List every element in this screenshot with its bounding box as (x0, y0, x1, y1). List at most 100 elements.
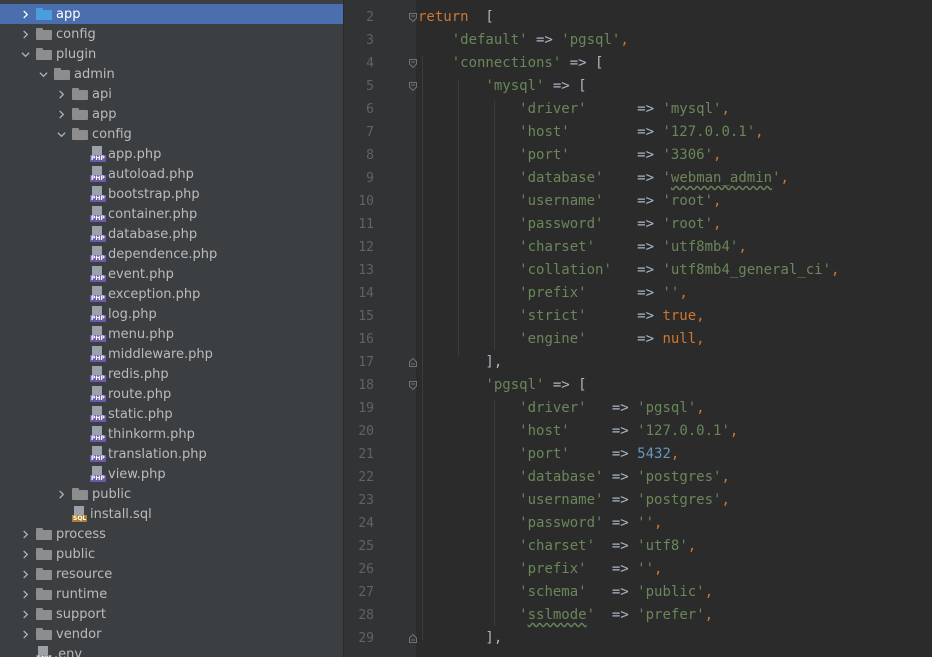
code-line[interactable]: 'username' => 'postgres', (418, 489, 730, 512)
tree-item-app[interactable]: app (0, 104, 343, 124)
code-token-string: 'postgres' (637, 469, 722, 485)
chevron-right-icon[interactable] (20, 604, 30, 624)
tree-item-public[interactable]: public (0, 544, 343, 564)
tree-item-menu-php[interactable]: PHP menu.php (0, 324, 343, 344)
tree-item-view-php[interactable]: PHP view.php (0, 464, 343, 484)
chevron-down-icon[interactable] (56, 124, 66, 144)
code-line[interactable]: 'prefix' => '', (418, 558, 662, 581)
code-line[interactable]: 'database' => 'postgres', (418, 466, 730, 489)
php-file-icon: PHP (90, 326, 106, 342)
code-token-plain: => (603, 492, 638, 508)
tree-item-install-sql[interactable]: SQL install.sql (0, 504, 343, 524)
code-line[interactable]: 'charset' => 'utf8mb4', (418, 236, 747, 259)
fold-open-icon[interactable] (409, 381, 417, 390)
chevron-down-icon[interactable] (38, 64, 48, 84)
tree-item-admin[interactable]: admin (0, 64, 343, 84)
fold-open-icon[interactable] (409, 82, 417, 91)
tree-item-bootstrap-php[interactable]: PHP bootstrap.php (0, 184, 343, 204)
tree-item-thinkorm-php[interactable]: PHP thinkorm.php (0, 424, 343, 444)
code-line[interactable]: 'connections' => [ (418, 52, 604, 75)
tree-item-app[interactable]: app (0, 4, 343, 24)
code-line[interactable]: 'host' => '127.0.0.1', (418, 121, 763, 144)
chevron-right-icon[interactable] (20, 624, 30, 644)
code-line[interactable]: 'database' => 'webman_admin', (418, 167, 789, 190)
chevron-right-icon[interactable] (20, 24, 30, 44)
code-line[interactable]: 'schema' => 'public', (418, 581, 713, 604)
chevron-right-icon[interactable] (56, 104, 66, 124)
chevron-right-icon[interactable] (20, 544, 30, 564)
tree-item-label: static.php (108, 406, 173, 422)
fold-close-icon[interactable] (409, 634, 417, 643)
tree-item-log-php[interactable]: PHP log.php (0, 304, 343, 324)
folder-icon (36, 8, 52, 20)
tree-item-runtime[interactable]: runtime (0, 584, 343, 604)
code-line[interactable]: 'driver' => 'mysql', (418, 98, 730, 121)
php-file-icon: PHP (90, 366, 106, 382)
tree-item-exception-php[interactable]: PHP exception.php (0, 284, 343, 304)
arrow-spacer (74, 444, 84, 464)
code-line[interactable]: 'collation' => 'utf8mb4_general_ci', (418, 259, 839, 282)
tree-item-translation-php[interactable]: PHP translation.php (0, 444, 343, 464)
code-line[interactable]: 'default' => 'pgsql', (418, 29, 629, 52)
code-line[interactable]: 'sslmode' => 'prefer', (418, 604, 713, 627)
tree-item-config[interactable]: config (0, 124, 343, 144)
tree-item-container-php[interactable]: PHP container.php (0, 204, 343, 224)
chevron-down-icon[interactable] (20, 44, 30, 64)
chevron-right-icon[interactable] (20, 564, 30, 584)
fold-close-icon[interactable] (409, 358, 417, 367)
chevron-right-icon[interactable] (20, 4, 30, 24)
tree-item-dependence-php[interactable]: PHP dependence.php (0, 244, 343, 264)
line-number: 21 (358, 447, 374, 462)
code-line[interactable]: 'password' => 'root', (418, 213, 721, 236)
code-line[interactable]: 'port' => '3306', (418, 144, 721, 167)
tree-item-config[interactable]: config (0, 24, 343, 44)
code-line[interactable]: 'pgsql' => [ (418, 374, 586, 397)
tree-item-static-php[interactable]: PHP static.php (0, 404, 343, 424)
tree-item-redis-php[interactable]: PHP redis.php (0, 364, 343, 384)
code-line[interactable]: 'host' => '127.0.0.1', (418, 420, 738, 443)
tree-item-support[interactable]: support (0, 604, 343, 624)
code-line[interactable]: 'port' => 5432, (418, 443, 679, 466)
fold-open-icon[interactable] (409, 13, 417, 22)
code-line[interactable]: 'strict' => true, (418, 305, 705, 328)
tree-item-api[interactable]: api (0, 84, 343, 104)
code-line[interactable]: 'username' => 'root', (418, 190, 721, 213)
chevron-right-icon[interactable] (20, 584, 30, 604)
chevron-right-icon[interactable] (20, 524, 30, 544)
code-token-punct: , (696, 308, 705, 324)
code-token-string: 'port' (519, 446, 570, 462)
code-line[interactable]: 'driver' => 'pgsql', (418, 397, 704, 420)
code-line[interactable]: ], (418, 627, 502, 650)
tree-item-app-php[interactable]: PHP app.php (0, 144, 343, 164)
code-token-string: 'password' (519, 216, 604, 232)
code-token-string: 'host' (519, 124, 570, 140)
code-line[interactable]: return [ (418, 6, 494, 29)
tree-item-public[interactable]: public (0, 484, 343, 504)
chevron-right-icon[interactable] (56, 484, 66, 504)
tree-item-vendor[interactable]: vendor (0, 624, 343, 644)
code-token-punct: , (679, 285, 688, 301)
tree-item-autoload-php[interactable]: PHP autoload.php (0, 164, 343, 184)
arrow-spacer (74, 404, 84, 424)
code-line[interactable]: ], (418, 351, 502, 374)
tree-item-plugin[interactable]: plugin (0, 44, 343, 64)
tree-item-middleware-php[interactable]: PHP middleware.php (0, 344, 343, 364)
code-line[interactable]: 'prefix' => '', (418, 282, 688, 305)
code-line[interactable]: 'engine' => null, (418, 328, 704, 351)
tree-item-event-php[interactable]: PHP event.php (0, 264, 343, 284)
tree-item-process[interactable]: process (0, 524, 343, 544)
tree-item-env[interactable]: ENV.env (0, 644, 343, 657)
code-token-string: '3306' (662, 147, 714, 163)
tree-item-route-php[interactable]: PHP route.php (0, 384, 343, 404)
code-line[interactable]: 'mysql' => [ (418, 75, 586, 98)
code-editor[interactable]: return [ 'default' => 'pgsql', 'connecti… (418, 0, 932, 657)
code-line[interactable]: 'password' => '', (418, 512, 662, 535)
tree-item-label: app (56, 6, 81, 22)
tree-item-resource[interactable]: resource (0, 564, 343, 584)
line-number: 20 (358, 424, 374, 439)
fold-open-icon[interactable] (409, 59, 417, 68)
chevron-right-icon[interactable] (56, 84, 66, 104)
tree-item-database-php[interactable]: PHP database.php (0, 224, 343, 244)
code-line[interactable]: 'charset' => 'utf8', (418, 535, 696, 558)
code-token-punct: , (687, 538, 697, 554)
